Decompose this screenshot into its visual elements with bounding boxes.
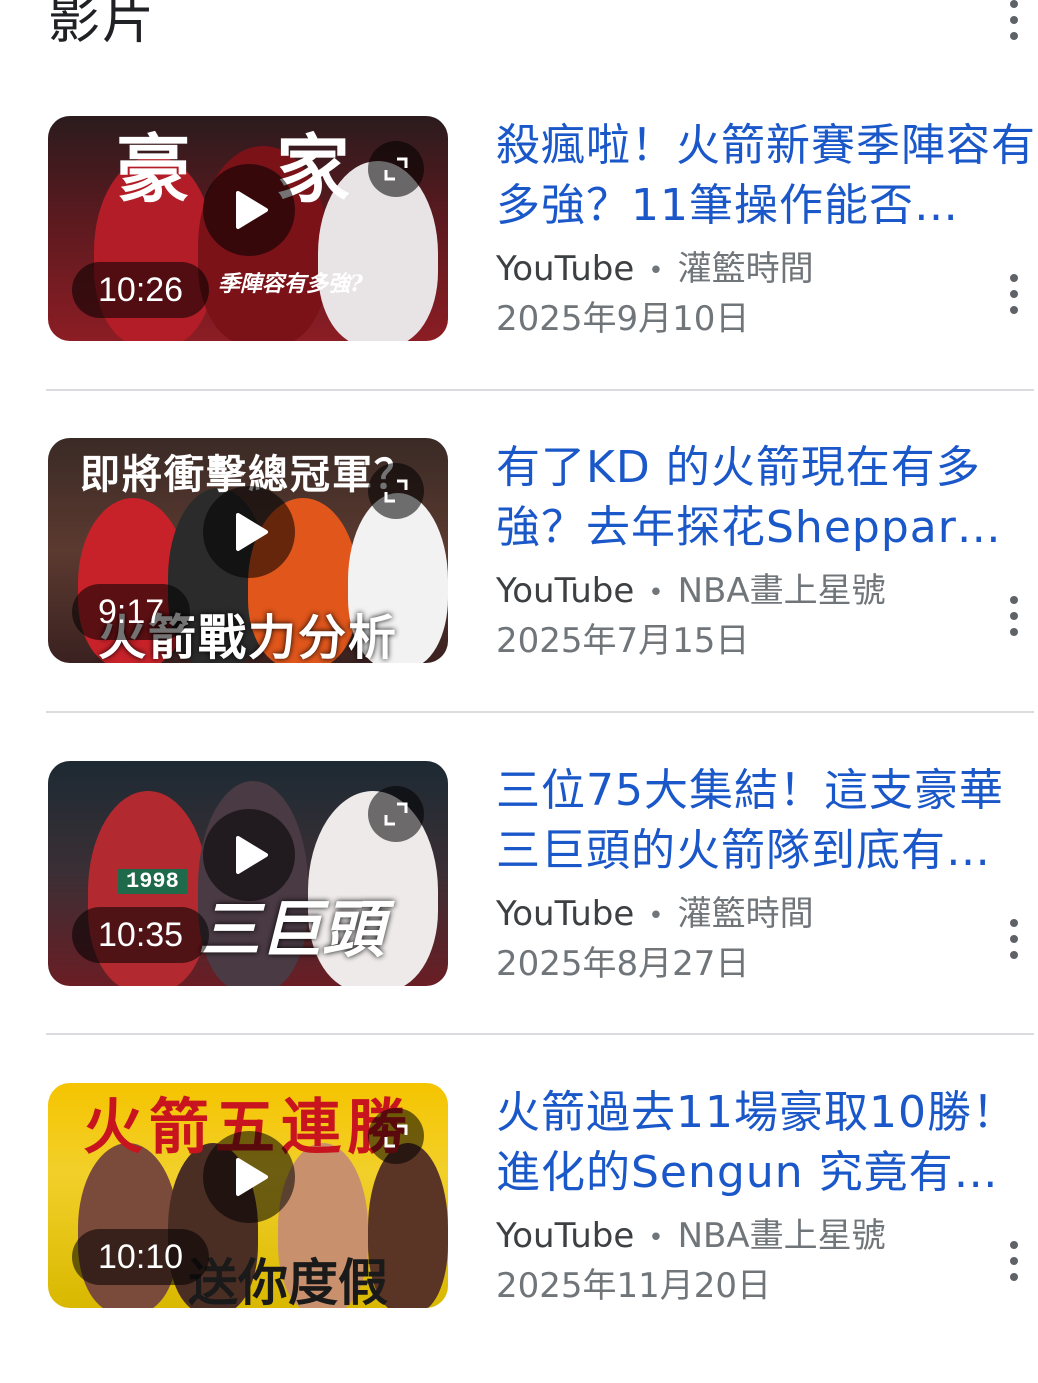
video-more-icon[interactable]	[994, 909, 1034, 969]
video-date: 2025年11月20日	[496, 1265, 772, 1306]
video-item[interactable]: 1998 三巨頭 10:35 三位75大集結！這支豪華三巨頭的火箭隊到底有… Y…	[0, 761, 1038, 1061]
video-more-icon[interactable]	[994, 1231, 1034, 1291]
separator-dot: •	[648, 1222, 664, 1253]
video-date: 2025年9月10日	[496, 298, 750, 339]
video-title-link[interactable]: 三位75大集結！這支豪華三巨頭的火箭隊到底有…	[496, 761, 1036, 881]
video-source: YouTube	[496, 249, 635, 289]
video-channel: NBA畫上星號	[677, 1216, 886, 1256]
play-icon[interactable]	[203, 1131, 295, 1223]
video-source: YouTube	[496, 894, 635, 934]
video-title-link[interactable]: 有了KD 的火箭現在有多強？去年探花Sheppar…	[496, 438, 1036, 558]
play-icon[interactable]	[203, 164, 295, 256]
video-channel: 灌籃時間	[677, 894, 814, 934]
video-info: 有了KD 的火箭現在有多強？去年探花Sheppar… YouTube • NBA畫上…	[496, 438, 1036, 664]
video-thumbnail[interactable]: 火箭五連勝 送你度假 10:10	[48, 1083, 448, 1308]
video-thumbnail[interactable]: 豪 家 季陣容有多強? 10:26	[48, 116, 448, 341]
video-date: 2025年7月15日	[496, 620, 750, 661]
video-more-icon[interactable]	[994, 264, 1034, 324]
divider	[46, 711, 1034, 713]
video-date: 2025年8月27日	[496, 943, 750, 984]
video-thumbnail[interactable]: 1998 三巨頭 10:35	[48, 761, 448, 986]
video-more-icon[interactable]	[994, 586, 1034, 646]
video-item[interactable]: 火箭五連勝 送你度假 10:10 火箭過去11場豪取10勝！進化的Sengun …	[0, 1083, 1038, 1383]
separator-dot: •	[648, 255, 664, 286]
fullscreen-icon[interactable]	[368, 1108, 424, 1164]
video-meta-line: YouTube • NBA畫上星號	[496, 1213, 1036, 1261]
separator-dot: •	[648, 900, 664, 931]
videos-section-header: 影片	[0, 0, 1038, 70]
video-info: 火箭過去11場豪取10勝！進化的Sengun 究竟有… YouTube • NBA畫…	[496, 1083, 1036, 1309]
play-icon[interactable]	[203, 809, 295, 901]
duration-badge: 10:35	[72, 907, 210, 963]
divider	[46, 1033, 1034, 1035]
thumbnail-caption-bottom: 送你度假	[188, 1253, 388, 1308]
duration-badge: 9:17	[72, 584, 191, 640]
video-item[interactable]: 豪 家 季陣容有多強? 10:26 殺瘋啦！火箭新賽季陣容有多強？11筆操作能否…	[0, 116, 1038, 416]
video-item[interactable]: 即將衝擊總冠軍？ 火箭戰力分析 9:17 有了KD 的火箭現在有多強？去年探花S…	[0, 438, 1038, 738]
video-channel: NBA畫上星號	[677, 571, 886, 611]
fullscreen-icon[interactable]	[368, 786, 424, 842]
video-info: 殺瘋啦！火箭新賽季陣容有多強？11筆操作能否… YouTube • 灌籃時間 202…	[496, 116, 1036, 342]
divider	[46, 389, 1034, 391]
video-meta-line: YouTube • 灌籃時間	[496, 891, 1036, 939]
video-meta-line: YouTube • 灌籃時間	[496, 246, 1036, 294]
video-title-link[interactable]: 火箭過去11場豪取10勝！進化的Sengun 究竟有…	[496, 1083, 1036, 1203]
video-title-link[interactable]: 殺瘋啦！火箭新賽季陣容有多強？11筆操作能否…	[496, 116, 1036, 236]
duration-badge: 10:26	[72, 262, 210, 318]
video-meta-line: YouTube • NBA畫上星號	[496, 568, 1036, 616]
fullscreen-icon[interactable]	[368, 463, 424, 519]
video-info: 三位75大集結！這支豪華三巨頭的火箭隊到底有… YouTube • 灌籃時間 202…	[496, 761, 1036, 987]
video-channel: 灌籃時間	[677, 249, 814, 289]
separator-dot: •	[648, 577, 664, 608]
play-icon[interactable]	[203, 486, 295, 578]
video-thumbnail[interactable]: 即將衝擊總冠軍？ 火箭戰力分析 9:17	[48, 438, 448, 663]
section-more-icon[interactable]	[994, 0, 1034, 50]
video-source: YouTube	[496, 571, 635, 611]
video-source: YouTube	[496, 1216, 635, 1256]
thumbnail-caption-top: 1998	[118, 869, 187, 894]
section-title: 影片	[48, 0, 157, 51]
duration-badge: 10:10	[72, 1229, 210, 1285]
thumbnail-caption-bottom: 季陣容有多強?	[218, 271, 363, 297]
fullscreen-icon[interactable]	[368, 141, 424, 197]
